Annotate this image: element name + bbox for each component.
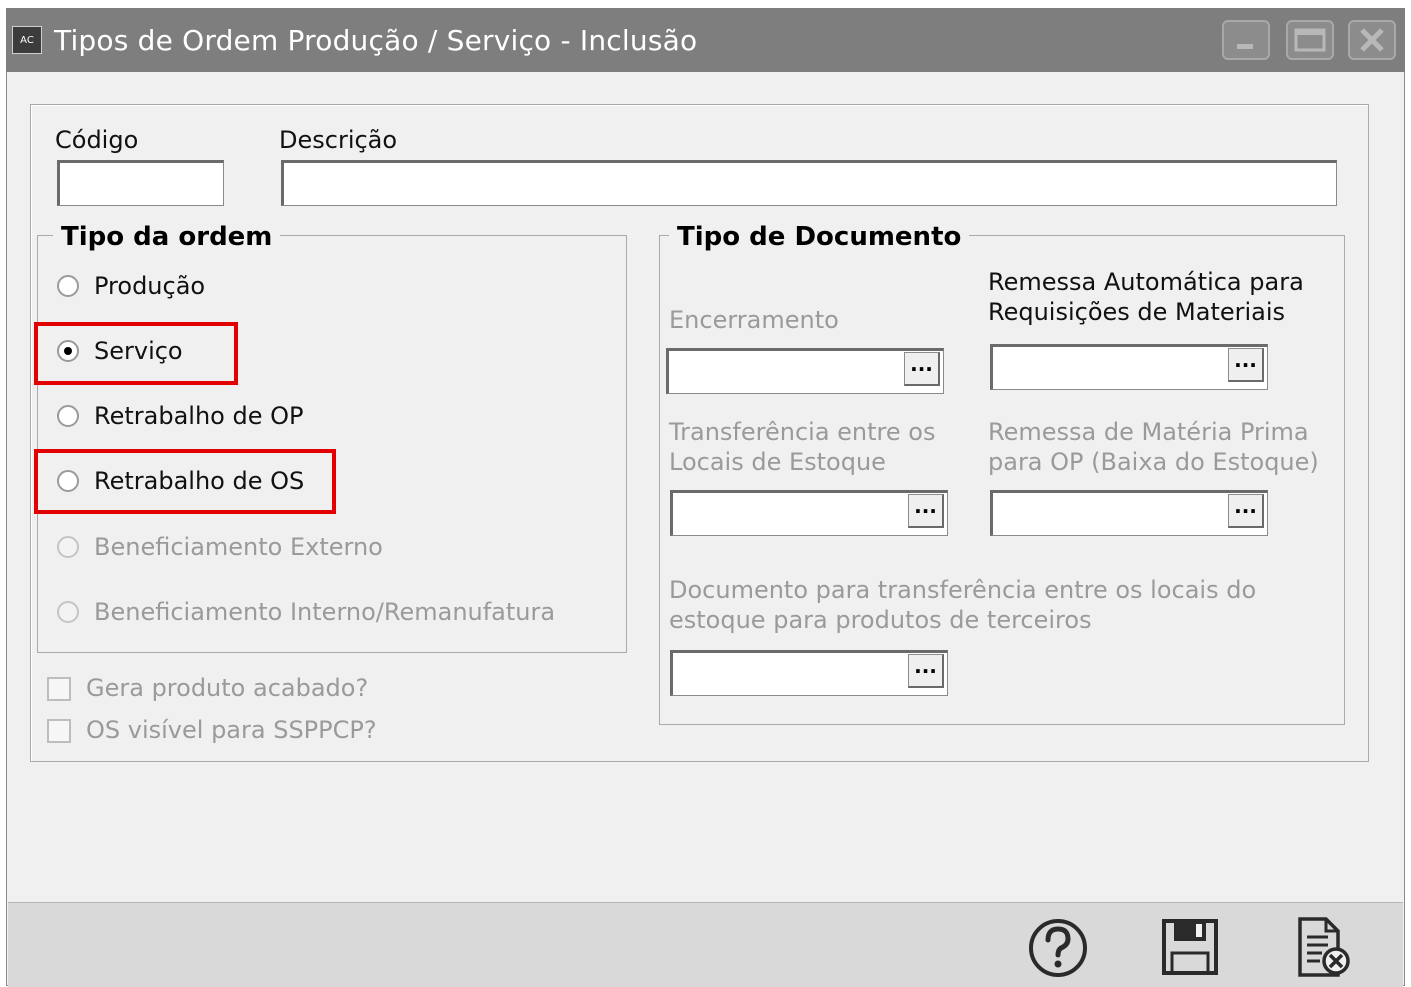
save-icon[interactable] xyxy=(1158,915,1222,979)
radio-beneficiamento-interno xyxy=(57,601,79,623)
remessa-mp-label-line2: para OP (Baixa do Estoque) xyxy=(988,448,1319,476)
maximize-button[interactable] xyxy=(1286,20,1334,60)
descricao-field[interactable] xyxy=(281,160,1337,206)
doc-terceiros-lookup-button[interactable]: ... xyxy=(908,654,944,688)
window-title: Tipos de Ordem Produção / Serviço - Incl… xyxy=(54,24,698,57)
encerramento-lookup-button[interactable]: ... xyxy=(904,352,940,386)
cancel-document-icon[interactable] xyxy=(1292,915,1356,979)
minimize-icon xyxy=(1237,44,1253,49)
app-icon: AC xyxy=(12,26,42,54)
radio-producao[interactable] xyxy=(57,275,79,297)
doc-terceiros-field[interactable] xyxy=(670,650,948,696)
codigo-label: Código xyxy=(55,126,139,154)
descricao-label: Descrição xyxy=(279,126,398,154)
transferencia-field[interactable] xyxy=(670,490,948,536)
transferencia-lookup-button[interactable]: ... xyxy=(908,494,944,528)
tipo-ordem-legend: Tipo da ordem xyxy=(53,222,281,252)
codigo-field[interactable] xyxy=(57,160,224,206)
doc-terceiros-label-line2: estoque para produtos de terceiros xyxy=(669,606,1092,634)
radio-beneficiamento-externo xyxy=(57,536,79,558)
remessa-auto-lookup-button[interactable]: ... xyxy=(1228,348,1264,382)
encerramento-label: Encerramento xyxy=(669,306,839,334)
remessa-auto-label-line1: Remessa Automática para xyxy=(988,268,1304,296)
maximize-icon xyxy=(1294,28,1326,52)
radio-producao-label[interactable]: Produção xyxy=(94,272,205,300)
highlight-box-servico xyxy=(34,322,238,385)
checkbox-gera-produto-acabado xyxy=(47,677,71,701)
remessa-mp-label-line1: Remessa de Matéria Prima xyxy=(988,418,1309,446)
minimize-button[interactable] xyxy=(1222,20,1270,60)
radio-retrabalho-op-label[interactable]: Retrabalho de OP xyxy=(94,402,303,430)
radio-beneficiamento-interno-label: Beneficiamento Interno/Remanufatura xyxy=(94,598,556,626)
transferencia-label-line2: Locais de Estoque xyxy=(669,448,886,476)
remessa-auto-field[interactable] xyxy=(990,344,1268,390)
checkbox-os-visivel-ssppcp xyxy=(47,719,71,743)
close-icon xyxy=(1360,28,1384,52)
close-button[interactable] xyxy=(1348,20,1396,60)
encerramento-field[interactable] xyxy=(666,348,944,394)
checkbox-gera-produto-acabado-label: Gera produto acabado? xyxy=(86,674,369,702)
radio-retrabalho-op[interactable] xyxy=(57,405,79,427)
radio-beneficiamento-externo-label: Beneficiamento Externo xyxy=(94,533,383,561)
help-icon[interactable] xyxy=(1026,915,1090,979)
tipo-documento-legend: Tipo de Documento xyxy=(669,222,970,252)
remessa-auto-label-line2: Requisições de Materiais xyxy=(988,298,1286,326)
remessa-mp-field[interactable] xyxy=(990,490,1268,536)
transferencia-label-line1: Transferência entre os xyxy=(669,418,936,446)
remessa-mp-lookup-button[interactable]: ... xyxy=(1228,494,1264,528)
highlight-box-retrabalho-os xyxy=(34,449,336,514)
doc-terceiros-label-line1: Documento para transferência entre os lo… xyxy=(669,576,1257,604)
checkbox-os-visivel-ssppcp-label: OS visível para SSPPCP? xyxy=(86,716,377,744)
